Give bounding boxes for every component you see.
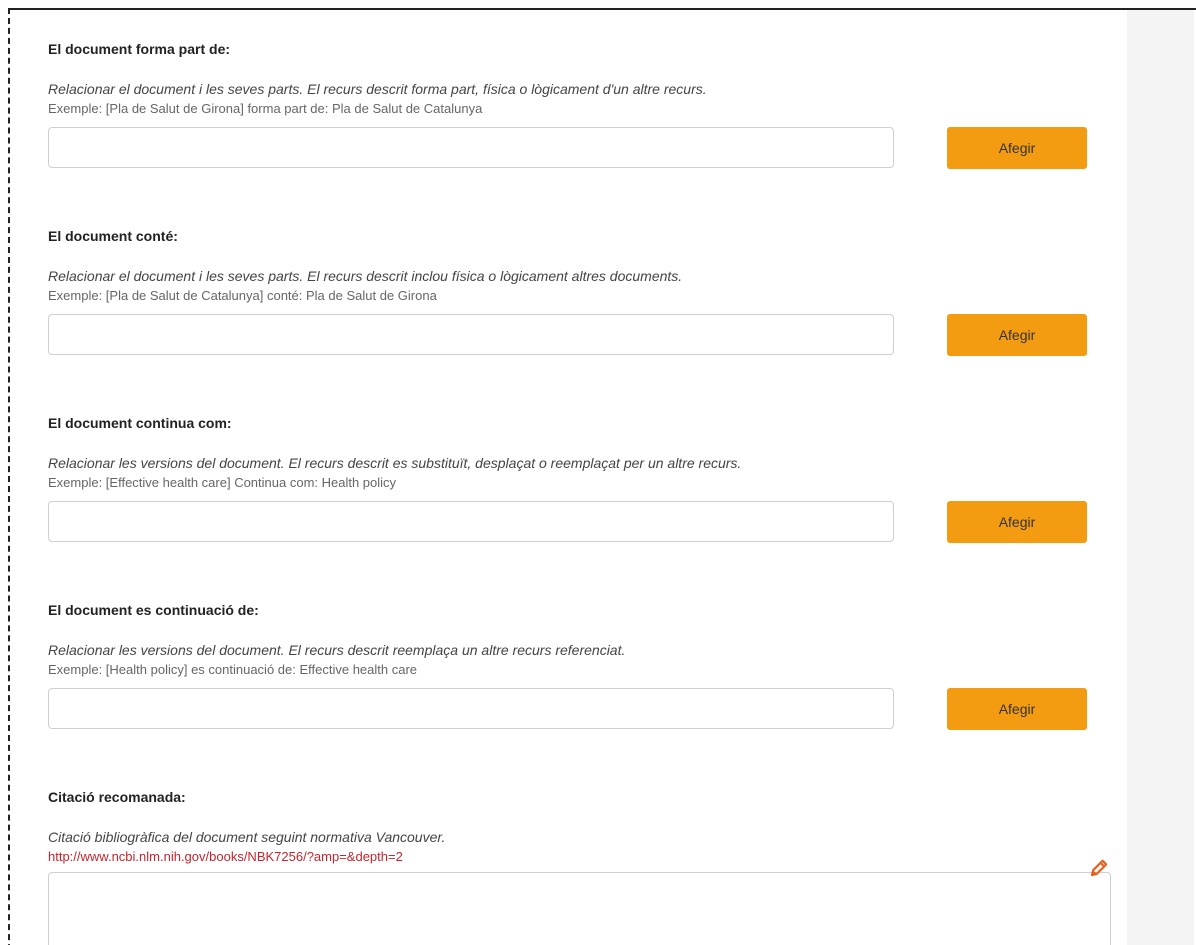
section-title: El document forma part de: <box>48 41 231 57</box>
section-description: Citació bibliogràfica del document segui… <box>48 829 446 845</box>
continua-com-input[interactable] <box>48 501 894 542</box>
section-example: Exemple: [Pla de Salut de Girona] forma … <box>48 101 483 116</box>
input-row: Afegir <box>48 501 1114 544</box>
section-continua-com: El document continua com: Relacionar les… <box>48 414 1114 544</box>
input-row: Afegir <box>48 127 1114 170</box>
forma-part-input[interactable] <box>48 127 894 168</box>
section-title: El document es continuació de: <box>48 602 259 618</box>
input-row: Afegir <box>48 314 1114 357</box>
section-example: Exemple: [Health policy] es continuació … <box>48 662 418 677</box>
section-example: Exemple: [Pla de Salut de Catalunya] con… <box>48 288 437 303</box>
section-description: Relacionar les versions del document. El… <box>48 455 742 471</box>
conte-input[interactable] <box>48 314 894 355</box>
section-title: Citació recomanada: <box>48 789 186 805</box>
section-forma-part: El document forma part de: Relacionar el… <box>48 40 1114 170</box>
section-continuacio-de: El document es continuació de: Relaciona… <box>48 601 1114 731</box>
section-description: Relacionar les versions del document. El… <box>48 642 626 658</box>
add-continua-com-button[interactable]: Afegir <box>947 501 1087 543</box>
section-example: Exemple: [Effective health care] Continu… <box>48 475 397 490</box>
continuacio-de-input[interactable] <box>48 688 894 729</box>
section-title: El document continua com: <box>48 415 232 431</box>
section-title: El document conté: <box>48 228 178 244</box>
citation-row <box>48 872 1114 945</box>
section-description: Relacionar el document i les seves parts… <box>48 81 707 97</box>
add-continuacio-de-button[interactable]: Afegir <box>947 688 1087 730</box>
add-forma-part-button[interactable]: Afegir <box>947 127 1087 169</box>
citation-textarea[interactable] <box>48 872 1111 945</box>
input-row: Afegir <box>48 688 1114 731</box>
section-description: Relacionar el document i les seves parts… <box>48 268 683 284</box>
section-conte: El document conté: Relacionar el documen… <box>48 227 1114 357</box>
pencil-icon[interactable] <box>1088 857 1110 879</box>
section-citacio: Citació recomanada: Citació bibliogràfic… <box>48 788 1114 945</box>
citation-url-link[interactable]: http://www.ncbi.nlm.nih.gov/books/NBK725… <box>48 848 1114 866</box>
add-conte-button[interactable]: Afegir <box>947 314 1087 356</box>
page: El document forma part de: Relacionar el… <box>0 0 1196 945</box>
